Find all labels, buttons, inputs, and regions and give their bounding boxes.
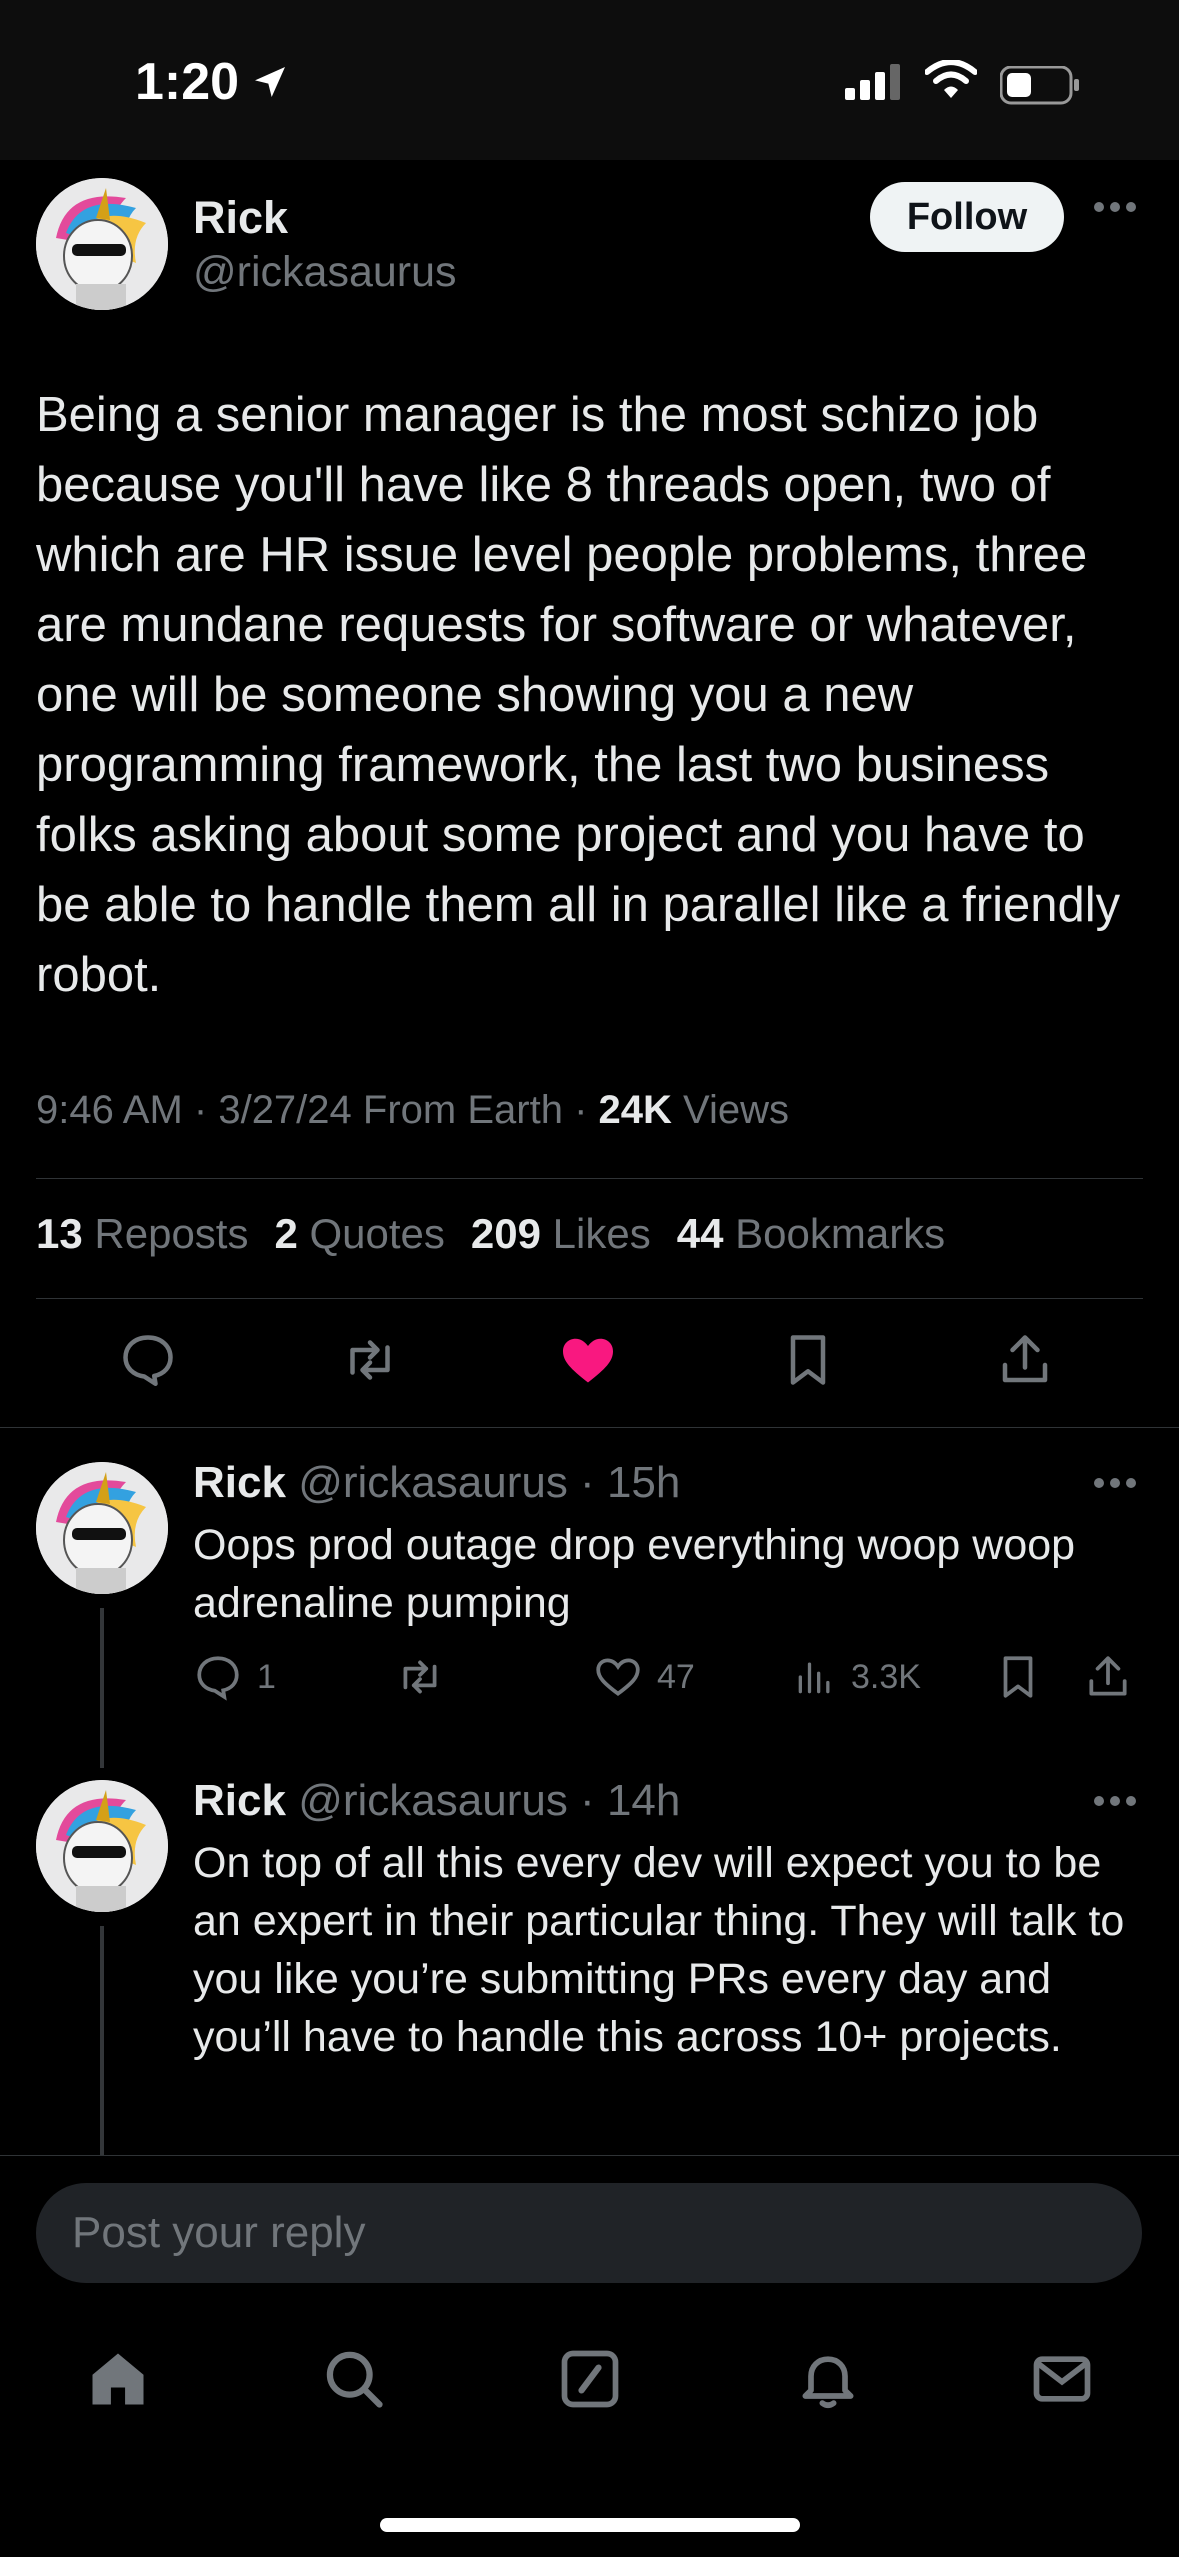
bookmarks-label: Bookmarks [735,1210,946,1257]
tweet-source: From Earth [362,1088,563,1132]
likes-stat[interactable]: 209 Likes [471,1210,651,1258]
share-button[interactable] [1083,1652,1133,1702]
reply-author-handle[interactable]: @rickasaurus [298,1776,568,1825]
meta-separator: · [574,1088,599,1132]
quotes-count: 2 [274,1210,298,1257]
like-button[interactable]: 47 [593,1652,695,1702]
unicorn-avatar-icon [36,1780,168,1912]
divider [36,1298,1143,1299]
reply-avatar[interactable] [36,1780,168,1912]
tweet-time: 9:46 AM [36,1088,183,1132]
divider [36,1178,1143,1179]
tweet-text: Being a senior manager is the most schiz… [36,388,1121,1002]
tweet-action-bar [0,1330,1179,1390]
more-options-icon[interactable] [1093,200,1137,219]
likes-count: 209 [470,1210,541,1257]
reply-header: Rick @rickasaurus · 15h [193,1458,680,1508]
view-count: 3.3K [851,1657,921,1696]
bookmark-icon [1003,1656,1033,1698]
reply-author-handle[interactable]: @rickasaurus [298,1458,568,1507]
notifications-icon[interactable] [794,2345,862,2418]
reply-count: 1 [257,1657,276,1696]
reply-text: On top of all this every dev will expect… [193,1839,1125,2061]
reply-age: 15h [606,1458,681,1507]
home-indicator[interactable] [380,2518,800,2532]
unicorn-avatar-icon [36,1462,168,1594]
author-name[interactable]: Rick [193,192,288,244]
reply-button[interactable]: 1 [193,1652,276,1702]
location-arrow-icon [250,62,290,107]
reply-author-name[interactable]: Rick [193,1776,286,1825]
views-button[interactable]: 3.3K [793,1652,921,1702]
cellular-signal-icon [845,64,905,105]
reply-input[interactable] [36,2183,1142,2283]
reply-separator: · [567,1776,607,1825]
more-options-icon[interactable] [1093,1476,1137,1495]
repost-button[interactable] [393,1652,461,1702]
status-bar: 1:20 [0,0,1179,160]
battery-icon [999,65,1080,111]
reply-icon [197,1656,239,1701]
repost-icon[interactable] [338,1330,402,1395]
tweet-date: 3/27/24 [218,1088,352,1132]
views-chart-icon [798,1662,830,1694]
thread-line [100,1608,104,1768]
reply-action-bar: 1 47 3.3K [193,1652,1153,1706]
search-icon[interactable] [320,2345,388,2418]
status-time: 1:20 [135,53,240,111]
heart-icon [596,1658,640,1697]
compose-icon[interactable] [556,2345,624,2418]
reply-text: Oops prod outage drop everything woop wo… [193,1521,1076,1627]
reposts-count: 13 [36,1210,83,1257]
quotes-stat[interactable]: 2 Quotes [274,1210,444,1258]
reposts-stat[interactable]: 13 Reposts [36,1210,248,1258]
wifi-icon [924,59,978,105]
share-icon [1089,1656,1127,1696]
tweet-metadata: 9:46 AM · 3/27/24 From Earth · 24K Views [36,1088,789,1133]
reply-avatar[interactable] [36,1462,168,1594]
like-heart-icon[interactable] [558,1330,618,1395]
reposts-label: Reposts [94,1210,249,1257]
author-handle[interactable]: @rickasaurus [193,248,457,297]
views-count[interactable]: 24K [599,1088,672,1132]
bookmarks-stat[interactable]: 44 Bookmarks [677,1210,945,1258]
reply-age: 14h [606,1776,681,1825]
reply-author-name[interactable]: Rick [193,1458,286,1507]
divider [0,1427,1179,1428]
unicorn-avatar-icon [36,178,168,310]
meta-separator: · [193,1088,219,1132]
repost-icon [403,1660,437,1694]
bookmark-button[interactable] [993,1652,1043,1702]
bookmark-icon[interactable] [778,1330,838,1395]
avatar[interactable] [36,178,168,310]
quotes-label: Quotes [309,1210,445,1257]
reply-separator: · [567,1458,607,1507]
engagement-stats: 13 Reposts 2 Quotes 209 Likes 44 Bookmar… [36,1210,945,1258]
views-label[interactable]: Views [683,1088,789,1132]
like-count: 47 [657,1657,695,1696]
follow-button[interactable]: Follow [870,182,1064,252]
likes-label: Likes [552,1210,651,1257]
bookmarks-count: 44 [676,1210,724,1257]
reply-header: Rick @rickasaurus · 14h [193,1776,680,1826]
messages-icon[interactable] [1028,2345,1096,2418]
home-icon[interactable] [84,2345,152,2418]
thread-line [100,1926,104,2156]
share-icon[interactable] [995,1330,1055,1395]
reply-icon[interactable] [118,1330,178,1395]
more-options-icon[interactable] [1093,1794,1137,1813]
